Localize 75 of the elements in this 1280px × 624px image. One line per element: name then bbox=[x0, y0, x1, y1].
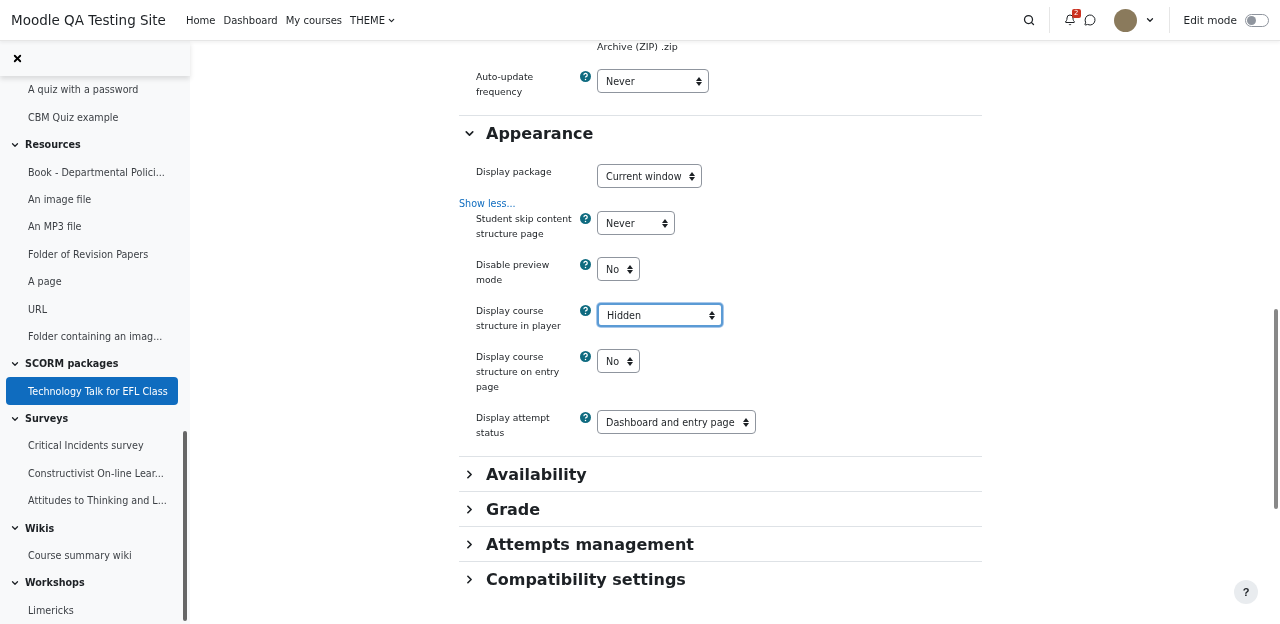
select-field[interactable]: Never bbox=[597, 211, 675, 235]
select-arrows-icon bbox=[696, 76, 702, 86]
field-label: Auto-update frequency bbox=[476, 70, 535, 99]
nav-link[interactable]: Home bbox=[185, 14, 216, 26]
section-heading[interactable]: Grade bbox=[486, 499, 541, 519]
edit-mode-toggle[interactable] bbox=[1245, 13, 1269, 27]
help-icon[interactable] bbox=[579, 351, 591, 362]
select-arrows-icon bbox=[627, 356, 634, 366]
sidebar-item[interactable]: An MP3 file bbox=[6, 213, 178, 241]
section-heading[interactable]: Attempts management bbox=[486, 534, 694, 554]
nav-link[interactable]: THEME bbox=[350, 14, 396, 26]
section-label: SCORM packages bbox=[25, 358, 119, 370]
select-field[interactable]: Dashboard and entry page bbox=[597, 410, 756, 434]
sidebar-item[interactable]: Limericks bbox=[6, 596, 178, 624]
show-less-link[interactable]: Show less... bbox=[459, 198, 982, 209]
help-icon[interactable] bbox=[579, 412, 591, 423]
chat-icon[interactable] bbox=[1083, 14, 1096, 26]
avatar[interactable] bbox=[1113, 8, 1137, 32]
select-field[interactable]: Never bbox=[597, 69, 709, 93]
select-field[interactable]: Current window bbox=[597, 164, 703, 188]
close-button[interactable] bbox=[12, 53, 23, 65]
nav-link[interactable]: Dashboard bbox=[223, 14, 278, 26]
caret-icon[interactable] bbox=[1144, 15, 1155, 25]
sidebar-item[interactable]: An image file bbox=[6, 185, 178, 214]
sidebar-item[interactable]: Book - Departmental Polici... bbox=[6, 158, 178, 186]
sidebar-section[interactable]: Workshops bbox=[0, 569, 190, 597]
field-label: Display course structure in player bbox=[476, 304, 562, 333]
field-label: Display package bbox=[476, 165, 553, 179]
help-icon[interactable] bbox=[579, 71, 591, 82]
help-icon[interactable] bbox=[579, 213, 591, 224]
select-arrows-icon bbox=[662, 218, 668, 228]
sidebar-section[interactable]: Resources bbox=[0, 130, 190, 159]
scrollbar[interactable] bbox=[183, 431, 187, 621]
sidebar-item[interactable]: Folder of Revision Papers bbox=[6, 240, 178, 268]
select-arrows-icon bbox=[709, 310, 715, 320]
help-button[interactable]: ? bbox=[1234, 580, 1258, 604]
section-label: Workshops bbox=[25, 577, 85, 589]
section-heading[interactable]: Availability bbox=[486, 464, 587, 484]
field-label: Student skip content structure page bbox=[476, 212, 573, 241]
sidebar-item[interactable]: Critical Incidents survey bbox=[6, 432, 178, 460]
section-label: Surveys bbox=[25, 413, 69, 425]
select-arrows-icon bbox=[689, 171, 696, 181]
sidebar-item[interactable]: Technology Talk for EFL Class bbox=[6, 377, 178, 405]
sidebar-section[interactable]: Wikis bbox=[0, 514, 190, 542]
sidebar-item[interactable]: Folder containing an imag... bbox=[6, 322, 178, 351]
sidebar-section[interactable]: Surveys bbox=[0, 404, 190, 433]
bell-icon[interactable] bbox=[1063, 14, 1076, 26]
edit-mode-label: Edit mode bbox=[1183, 14, 1237, 26]
scrollbar[interactable] bbox=[1274, 309, 1278, 509]
select-arrows-icon bbox=[627, 264, 634, 274]
field-label: Disable preview mode bbox=[476, 258, 551, 287]
help-icon[interactable] bbox=[579, 259, 591, 270]
sidebar-item[interactable]: CBM Quiz example bbox=[6, 103, 178, 131]
help-icon[interactable] bbox=[579, 305, 591, 316]
field-label: Display attempt status bbox=[476, 411, 551, 440]
section-heading[interactable]: Appearance bbox=[486, 123, 594, 143]
sidebar-item[interactable]: URL bbox=[6, 295, 178, 323]
nav-link[interactable]: My courses bbox=[285, 14, 343, 26]
sidebar-item[interactable]: Constructivist On-line Lear... bbox=[6, 459, 178, 488]
section-label: Resources bbox=[25, 139, 81, 151]
sidebar-item[interactable]: A page bbox=[6, 267, 178, 296]
sidebar-item[interactable]: Course summary wiki bbox=[6, 541, 178, 570]
select-field[interactable]: No bbox=[597, 349, 641, 373]
file-type-text: Archive (ZIP) .zip bbox=[597, 41, 679, 52]
sidebar-item[interactable]: Attitudes to Thinking and L... bbox=[6, 487, 178, 515]
search-icon[interactable] bbox=[1022, 14, 1035, 26]
section-label: Wikis bbox=[25, 522, 55, 534]
section-heading[interactable]: Compatibility settings bbox=[486, 569, 686, 589]
select-field[interactable]: Hidden bbox=[597, 303, 723, 327]
site-name[interactable]: Moodle QA Testing Site bbox=[11, 12, 166, 28]
field-label: Display course structure on entry page bbox=[476, 350, 561, 394]
sidebar-item[interactable]: A quiz with a password bbox=[6, 76, 178, 104]
sidebar-section[interactable]: SCORM packages bbox=[0, 350, 190, 378]
select-field[interactable]: No bbox=[597, 257, 641, 281]
select-arrows-icon bbox=[742, 417, 749, 427]
